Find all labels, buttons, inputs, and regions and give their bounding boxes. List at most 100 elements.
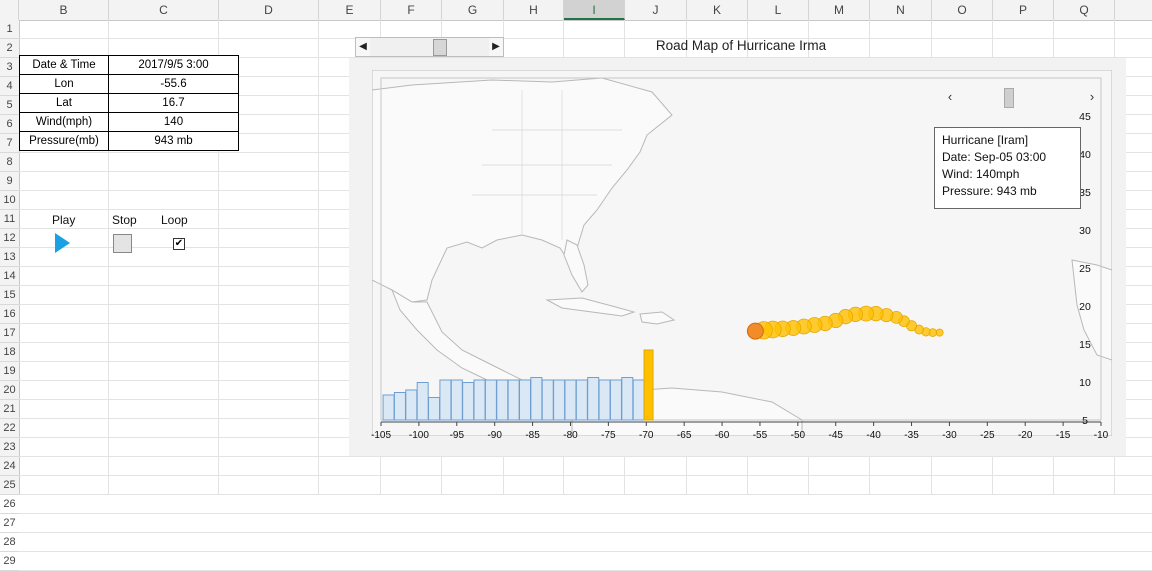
info-row: Date & Time 2017/9/5 3:00 bbox=[19, 55, 239, 75]
row-header-15[interactable]: 15 bbox=[0, 286, 19, 305]
map-scroll-thumb[interactable] bbox=[1004, 88, 1014, 108]
row-header-11[interactable]: 11 bbox=[0, 210, 19, 229]
wind-bar bbox=[564, 379, 577, 421]
info-value[interactable]: 943 mb bbox=[108, 131, 239, 151]
row-header-12[interactable]: 12 bbox=[0, 229, 19, 248]
row-header-28[interactable]: 28 bbox=[0, 533, 19, 552]
column-header-j[interactable]: J bbox=[625, 0, 687, 20]
row-header-2[interactable]: 2 bbox=[0, 39, 19, 58]
row-header-17[interactable]: 17 bbox=[0, 324, 19, 343]
info-value[interactable]: 140 bbox=[108, 112, 239, 132]
play-button-icon[interactable] bbox=[55, 233, 70, 253]
row-header-10[interactable]: 10 bbox=[0, 191, 19, 210]
row-header-23[interactable]: 23 bbox=[0, 438, 19, 457]
column-header-h[interactable]: H bbox=[504, 0, 564, 20]
row-header-19[interactable]: 19 bbox=[0, 362, 19, 381]
x-tick-label: -20 bbox=[1018, 430, 1033, 441]
wind-bar bbox=[450, 379, 463, 421]
wind-bar bbox=[530, 377, 543, 421]
column-header-f[interactable]: F bbox=[381, 0, 442, 20]
column-header-n[interactable]: N bbox=[870, 0, 932, 20]
info-row: Wind(mph) 140 bbox=[19, 112, 239, 132]
info-label: Lat bbox=[19, 93, 109, 113]
row-header-27[interactable]: 27 bbox=[0, 514, 19, 533]
row-header-14[interactable]: 14 bbox=[0, 267, 19, 286]
row-header-25[interactable]: 25 bbox=[0, 476, 19, 495]
stop-label: Stop bbox=[112, 213, 137, 227]
wind-bar bbox=[541, 379, 554, 421]
wind-bar bbox=[609, 379, 622, 421]
x-tick-label: -35 bbox=[904, 430, 919, 441]
column-header-k[interactable]: K bbox=[687, 0, 748, 20]
row-header-29[interactable]: 29 bbox=[0, 552, 19, 571]
info-value[interactable]: 16.7 bbox=[108, 93, 239, 113]
tooltip-pressure: Pressure: 943 mb bbox=[942, 184, 1037, 198]
x-tick-label: -55 bbox=[753, 430, 768, 441]
column-header-g[interactable]: G bbox=[442, 0, 504, 20]
x-tick-label: -15 bbox=[1056, 430, 1071, 441]
x-tick-label: -50 bbox=[791, 430, 806, 441]
column-header-b[interactable]: B bbox=[19, 0, 109, 20]
row-header-24[interactable]: 24 bbox=[0, 457, 19, 476]
info-label: Wind(mph) bbox=[19, 112, 109, 132]
column-header-o[interactable]: O bbox=[932, 0, 993, 20]
info-value[interactable]: 2017/9/5 3:00 bbox=[108, 55, 239, 75]
row-header-9[interactable]: 9 bbox=[0, 172, 19, 191]
map-scroll-left-icon[interactable]: ‹ bbox=[943, 88, 957, 106]
wind-bar bbox=[382, 394, 395, 421]
row-header-16[interactable]: 16 bbox=[0, 305, 19, 324]
y-tick-label: 5 bbox=[1082, 415, 1088, 427]
wind-bar bbox=[587, 377, 600, 421]
y-tick-label: 10 bbox=[1079, 377, 1091, 389]
wind-bar bbox=[507, 379, 520, 421]
wind-bar bbox=[473, 379, 486, 421]
row-header-20[interactable]: 20 bbox=[0, 381, 19, 400]
chart-title: Road Map of Hurricane Irma bbox=[655, 38, 827, 53]
wind-bar bbox=[553, 379, 566, 421]
wind-bar bbox=[575, 379, 588, 421]
map-scrollbar[interactable]: ‹ › bbox=[943, 88, 1099, 108]
x-tick-label: -30 bbox=[942, 430, 957, 441]
wind-bar bbox=[484, 379, 497, 421]
map-scroll-right-icon[interactable]: › bbox=[1085, 88, 1099, 106]
x-tick-label: -85 bbox=[525, 430, 540, 441]
grid-line bbox=[19, 475, 1152, 476]
row-header-22[interactable]: 22 bbox=[0, 419, 19, 438]
row-header-5[interactable]: 5 bbox=[0, 96, 19, 115]
row-header-8[interactable]: 8 bbox=[0, 153, 19, 172]
tooltip-name: Hurricane [Iram] bbox=[942, 133, 1029, 147]
wind-bar bbox=[519, 379, 531, 421]
column-header-p[interactable]: P bbox=[993, 0, 1054, 20]
hurricane-info-table: Date & Time 2017/9/5 3:00 Lon -55.6 Lat 16.7 W… bbox=[19, 55, 239, 151]
grid-line bbox=[19, 532, 1152, 533]
column-header-i[interactable]: I bbox=[564, 0, 625, 20]
column-header-q[interactable]: Q bbox=[1054, 0, 1115, 20]
column-header-bar: BCDEFGHIJKLMNOPQ bbox=[0, 0, 1152, 21]
row-header-6[interactable]: 6 bbox=[0, 115, 19, 134]
column-header-l[interactable]: L bbox=[748, 0, 809, 20]
info-label: Date & Time bbox=[19, 55, 109, 75]
track-point bbox=[935, 328, 944, 337]
y-tick-label: 45 bbox=[1079, 111, 1091, 123]
select-all-corner[interactable] bbox=[0, 0, 19, 20]
row-header-18[interactable]: 18 bbox=[0, 343, 19, 362]
wind-bar bbox=[598, 379, 611, 421]
info-row: Lat 16.7 bbox=[19, 93, 239, 113]
column-header-c[interactable]: C bbox=[109, 0, 219, 20]
x-tick-label: -10 bbox=[1094, 430, 1109, 441]
x-tick-label: -65 bbox=[677, 430, 692, 441]
row-header-21[interactable]: 21 bbox=[0, 400, 19, 419]
column-header-m[interactable]: M bbox=[809, 0, 870, 20]
stop-button[interactable] bbox=[113, 234, 132, 253]
loop-checkbox[interactable]: ✔ bbox=[173, 238, 185, 250]
info-row: Lon -55.6 bbox=[19, 74, 239, 94]
row-header-7[interactable]: 7 bbox=[0, 134, 19, 153]
row-header-3[interactable]: 3 bbox=[0, 58, 19, 77]
info-value[interactable]: -55.6 bbox=[108, 74, 239, 94]
row-header-4[interactable]: 4 bbox=[0, 77, 19, 96]
row-header-13[interactable]: 13 bbox=[0, 248, 19, 267]
row-header-1[interactable]: 1 bbox=[0, 20, 19, 39]
column-header-e[interactable]: E bbox=[319, 0, 381, 20]
column-header-d[interactable]: D bbox=[219, 0, 319, 20]
row-header-26[interactable]: 26 bbox=[0, 495, 19, 514]
